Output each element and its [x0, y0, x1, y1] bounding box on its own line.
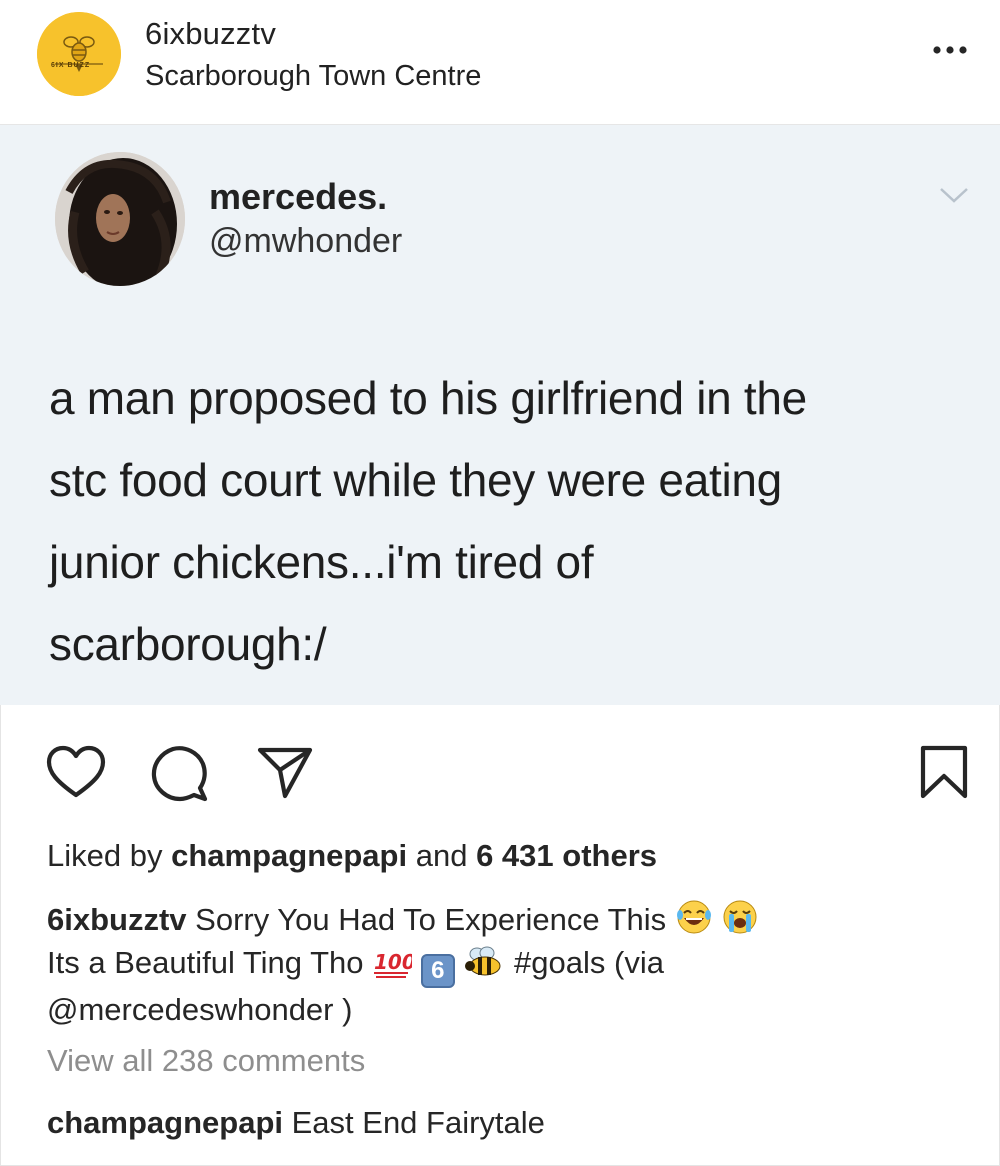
- bookmark-icon[interactable]: [918, 744, 970, 800]
- loudly-crying-emoji-icon: [723, 900, 757, 934]
- likes-middle: and: [415, 838, 468, 873]
- tweet-text-line: scarborough:/: [49, 618, 327, 670]
- bee-emoji-icon: [465, 946, 501, 976]
- tweet-text-line: a man proposed to his girlfriend in the: [49, 372, 807, 424]
- tweet-author-handle: @mwhonder: [209, 222, 403, 260]
- caption-via-suffix: ): [342, 992, 353, 1027]
- svg-text:100: 100: [374, 950, 412, 974]
- post-username[interactable]: 6ixbuzztv: [145, 16, 276, 52]
- tweet-author-name: mercedes.: [209, 176, 388, 217]
- tweet-text-line: stc food court while they were eating: [49, 454, 782, 506]
- comment-text: East End Fairytale: [291, 1105, 545, 1140]
- tweet-text-line: junior chickens...i'm tired of: [49, 536, 594, 588]
- caption-mention[interactable]: @mercedeswhonder: [47, 992, 334, 1027]
- likes-count[interactable]: 6 431 others: [476, 838, 657, 873]
- keycap-six-emoji-icon: 6: [420, 954, 455, 988]
- chevron-down-icon: [940, 188, 968, 203]
- caption-hashtag[interactable]: #goals: [514, 945, 605, 980]
- laughing-tears-emoji-icon: [676, 900, 711, 934]
- likes-prefix: Liked by: [47, 838, 163, 873]
- liker-username[interactable]: champagnepapi: [171, 838, 407, 873]
- bee-logo-icon: [37, 12, 121, 96]
- caption-text: Its a Beautiful Ting Tho: [47, 945, 364, 980]
- tweet-card: mercedes. @mwhonder a man proposed to hi…: [0, 125, 1000, 705]
- caption-username[interactable]: 6ixbuzztv: [47, 902, 187, 937]
- profile-avatar[interactable]: 6IX BUZZ: [37, 12, 121, 96]
- more-options-icon[interactable]: [930, 35, 970, 65]
- tweet-avatar: [55, 152, 185, 286]
- likes-summary[interactable]: Liked by champagnepapi and 6 431 others: [47, 838, 657, 874]
- view-all-comments-link[interactable]: View all 238 comments: [47, 1043, 365, 1079]
- post-location[interactable]: Scarborough Town Centre: [145, 60, 481, 93]
- comment-username[interactable]: champagnepapi: [47, 1105, 283, 1140]
- post-caption: 6ixbuzztv Sorry You Had To Experience Th…: [47, 898, 947, 1031]
- heart-icon[interactable]: [46, 745, 106, 799]
- caption-text: Sorry You Had To Experience This: [195, 902, 667, 937]
- caption-via-prefix: (via: [614, 945, 664, 980]
- avatar-brand-text: 6IX BUZZ: [51, 62, 91, 69]
- tweet-text: a man proposed to his girlfriend in the …: [49, 357, 979, 685]
- comment-item: champagnepapi East End Fairytale: [47, 1105, 545, 1141]
- hundred-points-emoji-icon: 100: [374, 950, 412, 978]
- comment-icon[interactable]: [150, 744, 208, 802]
- keycap-six-label: 6: [431, 957, 445, 984]
- post-header: 6IX BUZZ 6ixbuzztv Scarborough Town Cent…: [0, 0, 1000, 125]
- send-icon[interactable]: [256, 744, 314, 800]
- profile-photo-icon: [55, 152, 185, 286]
